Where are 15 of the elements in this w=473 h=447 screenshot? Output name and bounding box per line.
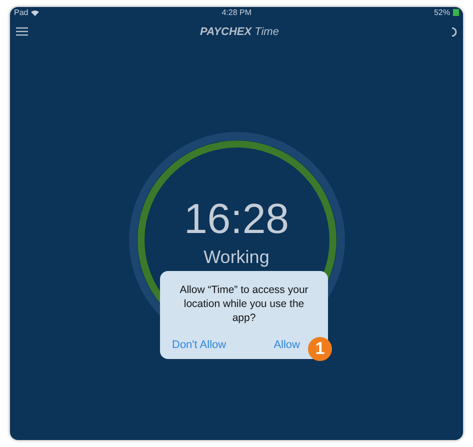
battery-label: 52%	[434, 8, 450, 17]
alert-message: Allow “Time” to access your location while you use the app?	[178, 283, 310, 326]
deny-button[interactable]: Don't Allow	[170, 337, 228, 353]
menu-icon[interactable]	[16, 27, 28, 36]
app-title: Time	[254, 26, 279, 38]
callout-badge: 1	[308, 337, 332, 361]
clock-time: 16:28	[184, 195, 290, 243]
battery-icon	[452, 9, 459, 16]
wifi-icon	[31, 10, 40, 16]
allow-button[interactable]: Allow	[272, 337, 302, 353]
clock-status: Working	[204, 247, 270, 268]
carrier-label: Pad	[14, 8, 28, 17]
brand-logo: PAYCHEX	[200, 26, 252, 38]
status-time: 4:28 PM	[222, 8, 252, 17]
refresh-icon[interactable]	[451, 26, 457, 36]
